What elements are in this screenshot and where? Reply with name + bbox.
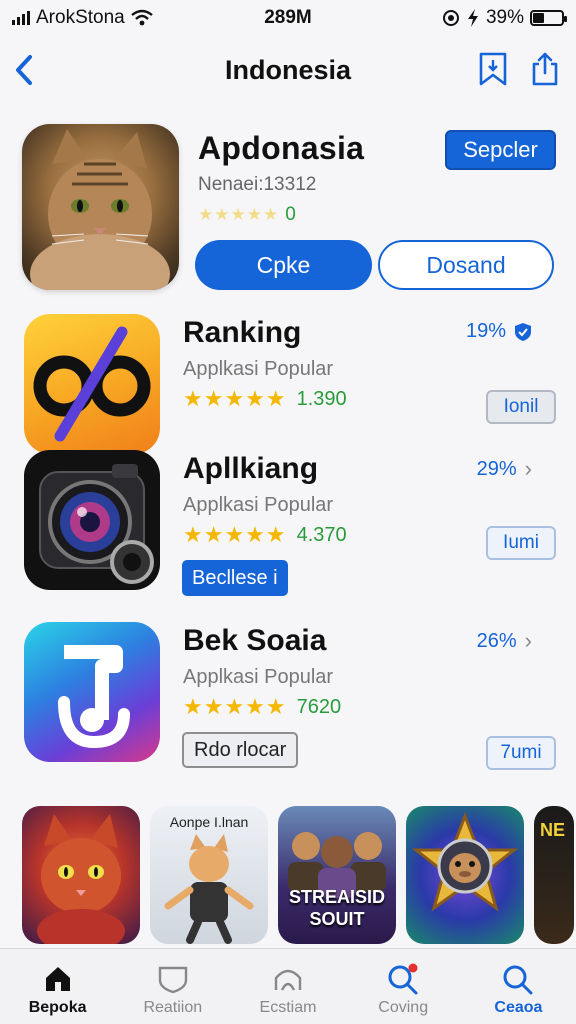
percent-value: 19%	[465, 320, 506, 342]
bookmark-button[interactable]	[476, 50, 510, 88]
app-action-tag[interactable]: Iumi	[486, 526, 556, 560]
rating-stars-icon: ★★★★★	[198, 205, 280, 224]
tab-reaction[interactable]: Reatiion	[115, 949, 230, 1024]
tab-bar: Bepoka Reatiion Ecstiam Coving Ceaoa	[0, 948, 576, 1024]
tab-label: Reatiion	[143, 999, 203, 1016]
carousel-card[interactable]	[22, 806, 140, 944]
featured-app-icon	[22, 124, 179, 290]
rating-value: 4.370	[296, 523, 347, 546]
app-action-tag[interactable]: Ionil	[486, 390, 556, 424]
rating-stars-icon: ★★★★★	[183, 522, 287, 547]
bookmark-icon	[479, 52, 507, 86]
app-icon	[24, 314, 160, 454]
tab-search[interactable]: Ceaoa	[461, 949, 576, 1024]
rating-value: 0	[285, 204, 296, 225]
rating-stars-icon: ★★★★★	[183, 694, 287, 719]
list-item[interactable]: Bek Soaia Applkasi Popular ★★★★★ 7620 26…	[22, 622, 556, 772]
search-icon	[503, 965, 533, 995]
app-percent: 19%	[466, 320, 532, 343]
featured-app-rating: ★★★★★ 0	[198, 204, 296, 226]
app-category: Applkasi Popular	[183, 666, 334, 688]
download-button[interactable]: Dosand	[378, 240, 554, 290]
carousel-card-title: STREAISID SOUIT	[288, 887, 385, 929]
featured-carousel[interactable]: Aonpe I.lnan STREAISID SOUIT NE	[22, 806, 576, 946]
carousel-card[interactable]: Aonpe I.lnan	[150, 806, 268, 944]
percent-value: 26%	[476, 629, 517, 652]
tab-coving[interactable]: Coving	[346, 949, 461, 1024]
location-icon	[442, 10, 459, 26]
badge-monkey-icon	[411, 811, 519, 912]
app-category: Applkasi Popular	[183, 358, 334, 380]
shield-outline-icon	[158, 966, 187, 994]
featured-app-name: Apdonasia	[198, 130, 365, 166]
percent-value: 29%	[476, 457, 517, 480]
carousel-card-title: NE	[540, 820, 566, 840]
list-item[interactable]: Ranking Applkasi Popular ★★★★★ 1.390 19%…	[22, 314, 556, 464]
arch-icon	[274, 969, 302, 991]
wifi-icon	[130, 9, 153, 26]
app-chip-button[interactable]: Rdo rlocar	[182, 732, 299, 768]
tab-label: Coving	[378, 999, 429, 1016]
signal-icon	[12, 11, 30, 25]
rating-stars-icon: ★★★★★	[183, 386, 287, 411]
featured-app-card[interactable]: Apdonasia Nenaei:13312 ★★★★★ 0 Sepcler C…	[22, 124, 556, 294]
carousel-card[interactable]	[406, 806, 524, 944]
percent-logo-icon	[33, 326, 151, 442]
battery-icon	[530, 10, 567, 26]
status-time: 289M	[264, 7, 312, 28]
carousel-card-title: Aonpe I.lnan	[169, 814, 249, 830]
share-button[interactable]	[528, 50, 562, 88]
tab-ecstiam[interactable]: Ecstiam	[230, 949, 345, 1024]
bolt-icon	[467, 9, 478, 27]
special-button[interactable]: Sepcler	[445, 130, 556, 170]
camera-lens-icon	[39, 464, 154, 584]
app-action-tag[interactable]: 7umi	[486, 736, 556, 770]
tab-label: Bepoka	[28, 999, 87, 1016]
status-bar: ArokStona 289M 39%	[0, 0, 576, 36]
share-icon	[532, 52, 558, 86]
tab-label: Ceaoa	[494, 999, 543, 1016]
chevron-right-icon: ›	[524, 628, 532, 653]
home-icon	[45, 967, 70, 991]
featured-app-subtitle: Nenaei:13312	[198, 174, 317, 195]
list-item[interactable]: Apllkiang Applkasi Popular ★★★★★ 4.370 2…	[22, 450, 556, 600]
app-chip-button[interactable]: Becllese i	[182, 560, 288, 596]
app-rating: ★★★★★ 4.370	[183, 522, 347, 548]
app-percent: 26% ›	[477, 628, 532, 654]
nav-bar: Indonesia	[0, 44, 576, 96]
rating-value: 1.390	[296, 387, 347, 410]
shield-icon	[515, 322, 531, 341]
chevron-right-icon: ›	[524, 456, 532, 481]
tab-home[interactable]: Bepoka	[0, 949, 115, 1024]
app-name: Ranking	[183, 316, 302, 349]
carousel-card[interactable]: STREAISID SOUIT	[278, 806, 396, 944]
app-name: Bek Soaia	[183, 624, 327, 657]
carousel-card[interactable]: NE	[534, 806, 574, 944]
chevron-left-icon	[16, 55, 32, 85]
rating-value: 7620	[296, 695, 342, 718]
battery-percent: 39%	[485, 7, 524, 28]
app-percent: 29% ›	[477, 456, 532, 482]
app-icon	[24, 622, 160, 762]
cat-icon	[30, 129, 170, 290]
red-cat-icon	[37, 814, 125, 944]
app-rating: ★★★★★ 1.390	[183, 386, 347, 412]
music-note-icon	[58, 645, 130, 749]
back-button[interactable]	[6, 50, 42, 90]
tab-label: Ecstiam	[259, 999, 317, 1016]
carrier-label: ArokStona	[36, 7, 125, 28]
app-name: Apllkiang	[183, 452, 319, 485]
app-icon	[24, 450, 160, 590]
app-rating: ★★★★★ 7620	[183, 694, 341, 720]
search-notification-icon	[388, 963, 418, 995]
get-button[interactable]: Cpke	[195, 240, 372, 290]
app-category: Applkasi Popular	[183, 494, 334, 516]
